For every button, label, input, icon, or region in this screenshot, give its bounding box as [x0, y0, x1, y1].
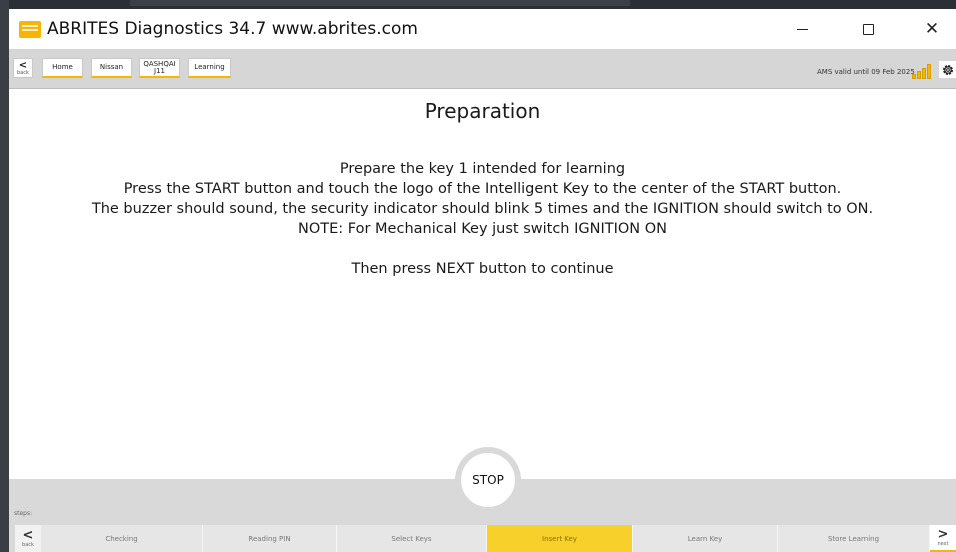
step-next-button[interactable]: > next: [930, 525, 956, 552]
minimize-icon: [796, 28, 808, 30]
steps-bar: < back Checking Reading PIN Select Keys …: [9, 519, 956, 552]
continue-instruction: Then press NEXT button to continue: [351, 261, 614, 277]
page-title: Preparation: [424, 99, 541, 123]
step-store-learning: Store Learning: [778, 525, 930, 552]
maximize-icon: [862, 23, 874, 35]
instruction-line: Prepare the key 1 intended for learning: [339, 161, 626, 177]
chevron-right-icon: >: [937, 526, 949, 542]
chevron-left-icon: <: [18, 59, 28, 71]
step-reading-pin: Reading PIN: [203, 525, 337, 552]
nav-back-button[interactable]: < back: [13, 58, 33, 78]
ams-status-text: AMS valid until 09 Feb 2025: [817, 68, 915, 76]
step-back-label: back: [22, 541, 34, 548]
step-insert-key: Insert Key: [487, 525, 633, 552]
instruction-line: NOTE: For Mechanical Key just switch IGN…: [298, 221, 667, 237]
instruction-line: Press the START button and touch the log…: [123, 181, 842, 197]
close-button[interactable]: ✕: [909, 9, 955, 49]
minimize-button[interactable]: [779, 9, 825, 49]
step-next-label: next: [937, 540, 949, 547]
instruction-line: The buzzer should sound, the security in…: [91, 201, 874, 217]
maximize-button[interactable]: [845, 9, 891, 49]
breadcrumb-nissan[interactable]: Nissan: [91, 58, 132, 78]
nav-back-label: back: [17, 69, 29, 76]
signal-bars-icon: [912, 63, 932, 79]
steps-label: steps:: [14, 510, 33, 517]
app-window: ABRITES Diagnostics 34.7 www.abrites.com…: [9, 9, 956, 552]
step-select-keys: Select Keys: [337, 525, 487, 552]
step-checking: Checking: [41, 525, 203, 552]
title-bar[interactable]: ABRITES Diagnostics 34.7 www.abrites.com…: [9, 9, 956, 49]
gear-icon[interactable]: [939, 61, 956, 78]
close-icon: ✕: [924, 18, 940, 39]
stop-button[interactable]: STOP: [461, 453, 515, 507]
breadcrumb-learning[interactable]: Learning: [188, 58, 231, 78]
instructions-text: Prepare the key 1 intended for learning …: [9, 159, 956, 279]
navigation-bar: < back Home Nissan QASHQAI J11 Learning …: [9, 49, 956, 89]
chevron-left-icon: <: [22, 527, 34, 543]
desktop-left-edge: [0, 0, 9, 552]
desktop-top-edge: [0, 0, 956, 9]
breadcrumb-home[interactable]: Home: [42, 58, 83, 78]
abrites-logo-icon: [19, 21, 41, 38]
step-back-button[interactable]: < back: [15, 525, 41, 552]
window-title: ABRITES Diagnostics 34.7 www.abrites.com: [47, 19, 418, 39]
breadcrumb-model[interactable]: QASHQAI J11: [139, 58, 180, 78]
step-learn-key: Learn Key: [633, 525, 778, 552]
